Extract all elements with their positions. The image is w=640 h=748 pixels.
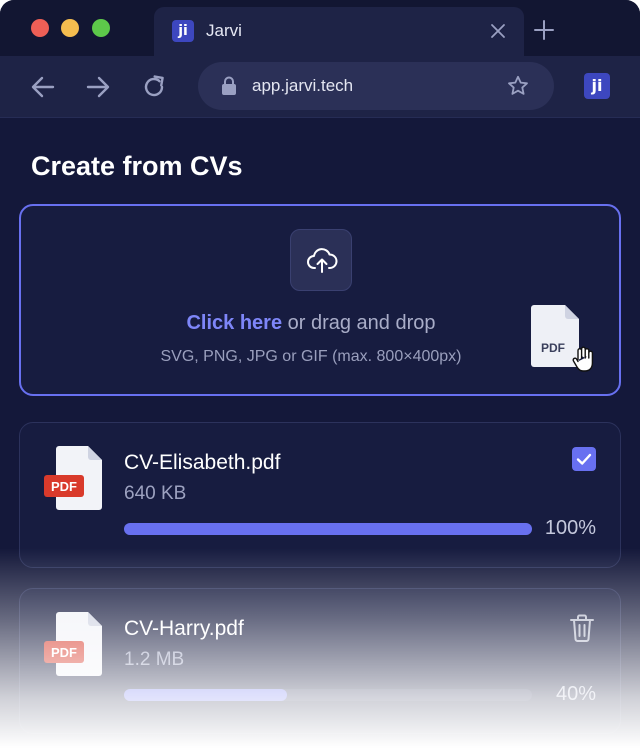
title-bar: ji Jarvi — [0, 0, 640, 56]
file-name: CV-Elisabeth.pdf — [124, 451, 281, 474]
file-selected-checkbox[interactable] — [572, 447, 596, 471]
pdf-badge: PDF — [51, 645, 77, 660]
jarvi-extension-icon[interactable]: ji — [584, 73, 610, 99]
upload-progress-fill — [124, 523, 532, 535]
dragged-pdf-label: PDF — [541, 341, 565, 355]
browser-toolbar: app.jarvi.tech ji — [0, 56, 640, 118]
upload-progress-bar — [124, 689, 532, 701]
page-title: Create from CVs — [31, 151, 243, 181]
browser-tab[interactable]: ji Jarvi — [154, 7, 524, 56]
maximize-window-button[interactable] — [92, 19, 110, 37]
browser-window: ji Jarvi app.jarvi.tech ji Create from C… — [0, 0, 640, 748]
minimize-window-button[interactable] — [61, 19, 79, 37]
cloud-upload-icon — [307, 248, 338, 273]
upload-button[interactable] — [290, 229, 352, 291]
file-size: 640 KB — [124, 483, 187, 504]
upload-dropzone[interactable]: Click here or drag and drop SVG, PNG, JP… — [19, 204, 621, 396]
grab-cursor-icon — [572, 346, 594, 372]
click-here-link[interactable]: Click here — [186, 312, 282, 334]
file-item: PDF CV-Harry.pdf 1.2 MB 40% — [19, 588, 621, 734]
reload-icon[interactable] — [140, 73, 168, 101]
file-size: 1.2 MB — [124, 649, 185, 670]
dropzone-instruction: Click here or drag and drop — [21, 312, 601, 335]
forward-arrow-icon[interactable] — [84, 73, 112, 101]
upload-progress-percent: 100% — [544, 517, 596, 539]
file-type-hint: SVG, PNG, JPG or GIF (max. 800×400px) — [160, 348, 462, 365]
back-arrow-icon[interactable] — [29, 73, 57, 101]
lock-icon — [222, 76, 236, 95]
pdf-file-icon: PDF — [44, 612, 102, 676]
upload-progress-bar — [124, 523, 532, 535]
close-window-button[interactable] — [31, 19, 49, 37]
jarvi-logo-icon: ji — [172, 20, 194, 42]
upload-progress-percent: 40% — [555, 683, 596, 705]
bookmark-star-icon[interactable] — [506, 74, 530, 98]
page-content: Create from CVs Click here or drag and d… — [0, 118, 640, 748]
address-bar[interactable]: app.jarvi.tech — [198, 62, 554, 110]
check-icon — [576, 453, 592, 465]
url-text: app.jarvi.tech — [252, 76, 354, 95]
close-tab-icon[interactable] — [488, 21, 508, 41]
file-item: PDF CV-Elisabeth.pdf 640 KB 100% — [19, 422, 621, 568]
upload-progress-fill — [124, 689, 288, 701]
new-tab-icon[interactable] — [532, 18, 556, 42]
tab-title: Jarvi — [206, 21, 242, 40]
drag-drop-text: or drag and drop — [282, 312, 436, 334]
pdf-file-icon: PDF — [44, 446, 102, 510]
trash-icon[interactable] — [568, 613, 596, 643]
file-name: CV-Harry.pdf — [124, 617, 244, 640]
pdf-badge: PDF — [51, 479, 77, 494]
